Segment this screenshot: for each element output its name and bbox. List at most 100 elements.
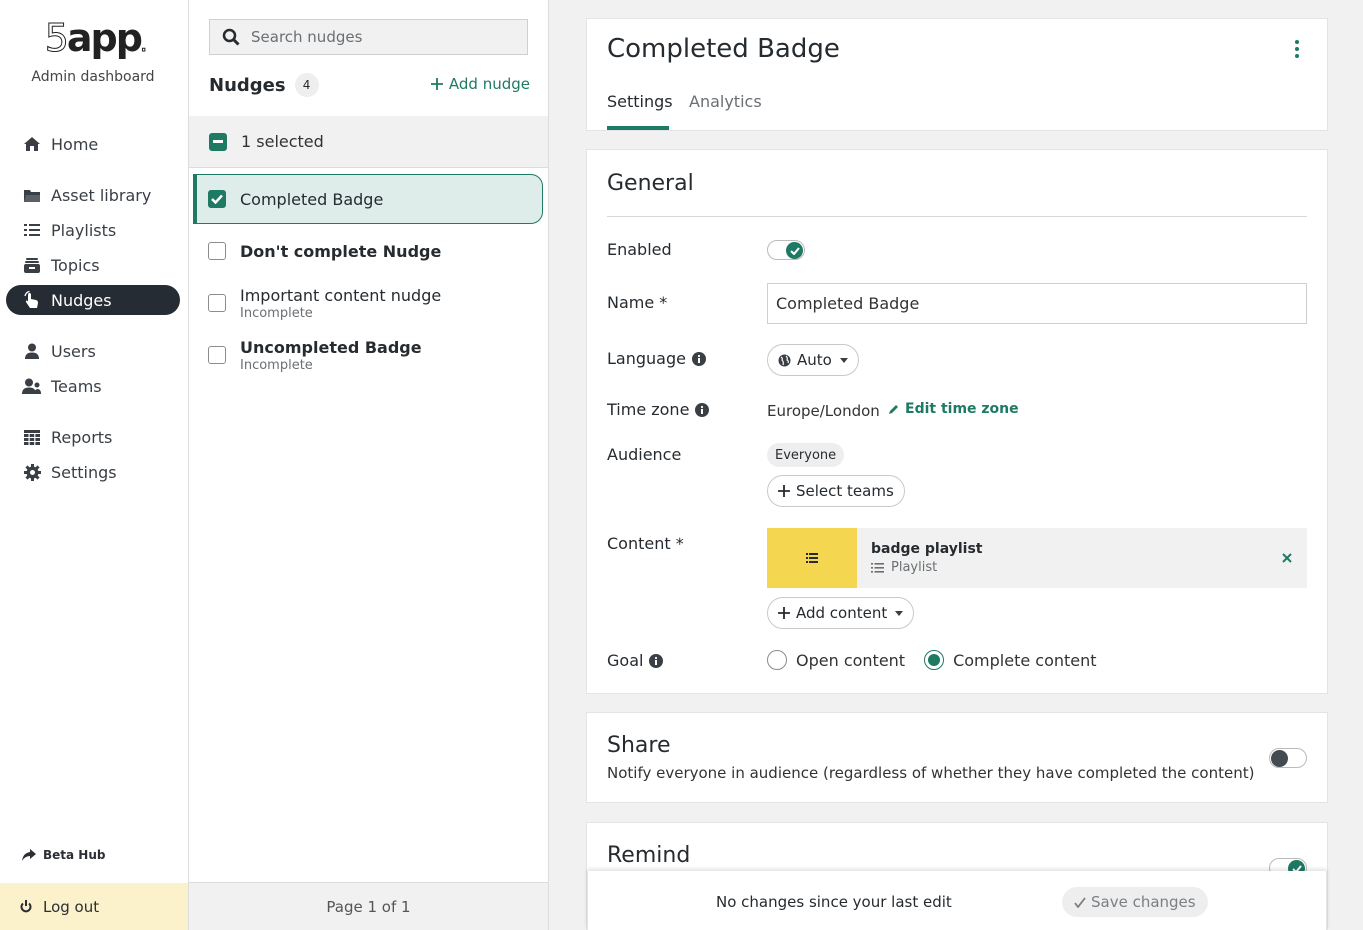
general-section: General Enabled Name * Language Auto Tim…	[587, 150, 1327, 693]
content-label: Content *	[607, 534, 684, 553]
remove-content-button[interactable]	[1267, 553, 1307, 563]
save-bar: No changes since your last edit Save cha…	[587, 871, 1327, 930]
list-item[interactable]: Uncompleted Badge Incomplete	[193, 335, 543, 375]
goal-complete-content-radio[interactable]	[924, 650, 945, 670]
sidebar-item-teams[interactable]: Teams	[6, 371, 180, 401]
active-tab-indicator	[607, 126, 669, 130]
check-icon	[1074, 896, 1086, 908]
selected-count: 1 selected	[241, 132, 324, 151]
app-subtitle: Admin dashboard	[31, 69, 155, 85]
list-item[interactable]: Completed Badge	[193, 174, 543, 224]
sidebar: 5app. Admin dashboard Home Asset library…	[0, 0, 189, 930]
info-icon[interactable]	[649, 653, 664, 668]
archive-icon	[22, 256, 42, 274]
name-label: Name *	[607, 293, 668, 312]
content-item: badge playlist Playlist	[767, 528, 1307, 588]
item-name: Uncompleted Badge	[240, 337, 422, 357]
tab-analytics[interactable]: Analytics	[689, 92, 762, 111]
share-description: Notify everyone in audience (regardless …	[607, 764, 1255, 782]
sidebar-item-settings[interactable]: Settings	[6, 457, 180, 487]
add-nudge-button[interactable]: Add nudge	[430, 75, 530, 93]
logo-dot: .	[140, 39, 147, 56]
more-options-icon[interactable]	[1291, 39, 1303, 59]
search-box[interactable]	[209, 19, 528, 55]
pointer-hand-icon	[22, 291, 42, 309]
close-icon	[1282, 553, 1292, 563]
sidebar-item-topics[interactable]: Topics	[6, 250, 180, 280]
info-icon[interactable]	[695, 402, 710, 417]
sidebar-item-reports[interactable]: Reports	[6, 422, 180, 452]
item-checkbox[interactable]	[208, 242, 226, 260]
home-icon	[22, 135, 42, 153]
list-icon	[22, 221, 42, 239]
beta-hub-link[interactable]: Beta Hub	[22, 848, 105, 862]
name-input[interactable]	[767, 283, 1307, 324]
item-name: Important content nudge	[240, 285, 442, 305]
sidebar-item-playlists[interactable]: Playlists	[6, 215, 180, 245]
user-icon	[22, 342, 42, 360]
save-changes-button[interactable]: Save changes	[1062, 887, 1208, 917]
select-all-checkbox[interactable]	[209, 132, 227, 151]
power-icon	[20, 900, 32, 913]
audience-label: Audience	[607, 445, 682, 464]
caret-down-icon	[839, 357, 848, 363]
radio-label: Complete content	[953, 650, 1097, 670]
item-name: Completed Badge	[240, 189, 384, 209]
info-icon[interactable]	[691, 351, 706, 366]
playlist-thumbnail	[767, 528, 857, 588]
caret-down-icon	[895, 610, 904, 616]
sidebar-item-label: Users	[51, 341, 96, 361]
search-input[interactable]	[251, 28, 511, 46]
sidebar-item-home[interactable]: Home	[6, 129, 180, 159]
select-teams-button[interactable]: Select teams	[767, 475, 905, 507]
sidebar-item-label: Topics	[51, 255, 100, 275]
goal-radio-group: Open content Complete content	[767, 650, 1097, 670]
audience-chip: Everyone	[767, 443, 845, 467]
sidebar-item-users[interactable]: Users	[6, 336, 180, 366]
share-section: Share Notify everyone in audience (regar…	[587, 713, 1327, 802]
list-item[interactable]: Important content nudge Incomplete	[193, 283, 543, 323]
gear-icon	[22, 463, 42, 481]
logout-button[interactable]: Log out	[0, 883, 188, 930]
timezone-value: Europe/London	[767, 402, 880, 420]
page-title: Completed Badge	[607, 34, 840, 64]
sidebar-item-nudges[interactable]: Nudges	[6, 285, 180, 315]
app-logo[interactable]: 5app.	[0, 16, 189, 61]
section-title: General	[607, 171, 694, 196]
table-icon	[22, 428, 42, 446]
sidebar-item-label: Playlists	[51, 220, 117, 240]
goal-open-content-radio[interactable]	[767, 650, 787, 670]
folder-icon	[22, 186, 42, 204]
divider	[607, 216, 1307, 217]
edit-timezone-link[interactable]: Edit time zone	[889, 401, 1019, 417]
goal-label: Goal	[607, 651, 664, 670]
pencil-icon	[889, 404, 899, 414]
enabled-toggle[interactable]	[767, 240, 805, 260]
detail-header: Completed Badge Settings Analytics	[587, 19, 1327, 130]
content-name: badge playlist	[871, 541, 983, 557]
share-toggle[interactable]	[1269, 748, 1307, 768]
users-icon	[22, 377, 42, 395]
save-status: No changes since your last edit	[716, 893, 952, 911]
item-name: Don't complete Nudge	[240, 241, 442, 261]
item-checkbox[interactable]	[208, 346, 226, 364]
item-checkbox[interactable]	[208, 294, 226, 312]
selection-bar: 1 selected	[189, 116, 548, 168]
sidebar-item-label: Nudges	[51, 290, 112, 310]
list-title: Nudges	[209, 74, 286, 96]
sidebar-item-asset-library[interactable]: Asset library	[6, 180, 180, 210]
plus-icon	[778, 607, 790, 619]
list-item[interactable]: Don't complete Nudge	[193, 237, 543, 265]
item-status: Incomplete	[240, 357, 313, 373]
section-title: Share	[607, 733, 671, 758]
add-content-button[interactable]: Add content	[767, 597, 915, 629]
share-arrow-icon	[22, 849, 36, 861]
language-label: Language	[607, 349, 706, 368]
item-checkbox[interactable]	[208, 190, 226, 208]
list-header: Nudges 4	[209, 73, 319, 97]
language-dropdown[interactable]: Auto	[767, 344, 859, 376]
content-type: Playlist	[891, 560, 938, 575]
tab-settings[interactable]: Settings	[607, 92, 673, 111]
plus-icon	[430, 78, 443, 90]
timezone-label: Time zone	[607, 400, 710, 419]
